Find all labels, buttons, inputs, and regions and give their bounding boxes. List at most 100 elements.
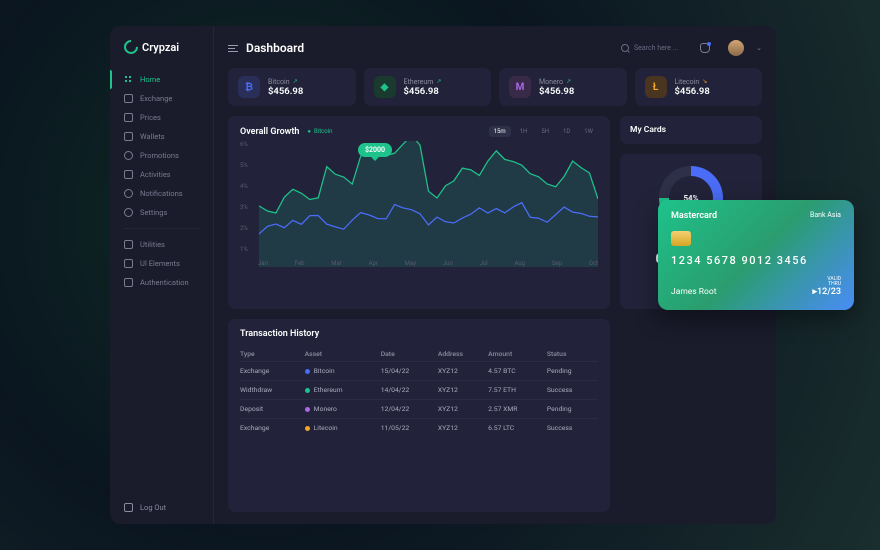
stat-ethereum[interactable]: ◆ Ethereum ↗$456.98: [364, 68, 492, 106]
box-icon: [124, 259, 133, 268]
card-brand: Mastercard: [671, 211, 717, 221]
trend-icon: ↘: [702, 78, 707, 85]
sidebar-item-label: Activities: [140, 170, 171, 179]
bitcoin-icon: ₿: [238, 76, 260, 98]
asset-dot-icon: [305, 426, 310, 431]
range-1H[interactable]: 1H: [515, 126, 533, 137]
credit-card[interactable]: Mastercard Bank Asia 1234 5678 9012 3456…: [658, 200, 854, 310]
logo[interactable]: Crypzai: [110, 40, 213, 70]
notifications-button[interactable]: [700, 43, 710, 53]
logout-button[interactable]: Log Out: [110, 503, 213, 512]
sidebar-item-promotions[interactable]: Promotions: [110, 146, 213, 165]
sidebar-item-label: Authentication: [140, 278, 189, 287]
col-address: Address: [438, 347, 488, 362]
chevron-down-icon[interactable]: ⌄: [756, 44, 762, 52]
trend-icon: ↗: [293, 78, 298, 85]
status-badge: Success: [547, 381, 598, 400]
search-placeholder: Search here ...: [634, 44, 678, 52]
litecoin-icon: Ł: [645, 76, 667, 98]
stat-litecoin[interactable]: Ł Litecoin ↘$456.98: [635, 68, 763, 106]
stat-label: Litecoin ↘: [675, 78, 710, 86]
sidebar-item-settings[interactable]: Settings: [110, 203, 213, 222]
asset-dot-icon: [305, 407, 310, 412]
search-input[interactable]: Search here ...: [621, 44, 678, 52]
menu-icon[interactable]: [228, 45, 238, 52]
app-window: Crypzai Home Exchange Prices Wallets Promoti…: [110, 26, 776, 524]
stat-label: Bitcoin ↗: [268, 78, 303, 86]
box-icon: [124, 278, 133, 287]
status-badge: Pending: [547, 362, 598, 381]
col-type: Type: [240, 347, 305, 362]
stat-value: $456.98: [675, 86, 710, 97]
sidebar-item-label: Utilities: [140, 240, 165, 249]
sidebar-item-label: Prices: [140, 113, 161, 122]
asset-dot-icon: [305, 369, 310, 374]
status-badge: Pending: [547, 400, 598, 419]
chart-svg: [240, 141, 598, 267]
sidebar-item-home[interactable]: Home: [110, 70, 213, 89]
sidebar-item-authentication[interactable]: Authentication: [110, 273, 213, 292]
chart-tooltip: $2000: [358, 143, 392, 157]
card-bank: Bank Asia: [810, 211, 841, 221]
range-15m[interactable]: 15m: [489, 126, 511, 137]
col-date: Date: [381, 347, 438, 362]
logout-label: Log Out: [140, 503, 166, 512]
nav-primary: Home Exchange Prices Wallets Promotions Activ…: [110, 70, 213, 503]
chart-body: 6%5%4%3%2%1% $2000 JanFebMarAprMayJunJul…: [240, 141, 598, 267]
box-icon: [124, 240, 133, 249]
range-5H[interactable]: 5H: [536, 126, 554, 137]
col-status: Status: [547, 347, 598, 362]
card-holder: James Root: [671, 287, 716, 297]
stat-value: $456.98: [539, 86, 574, 97]
col-amount: Amount: [488, 347, 547, 362]
range-1D[interactable]: 1D: [558, 126, 575, 137]
sidebar-item-activities[interactable]: Activities: [110, 165, 213, 184]
circle-icon: [124, 151, 133, 160]
range-1W[interactable]: 1W: [579, 126, 598, 137]
growth-chart-card: Overall Growth Bitcoin 15m 1H5H 1D 1W 6%5%4…: [228, 116, 610, 309]
avatar[interactable]: [728, 40, 744, 56]
sidebar-item-utilities[interactable]: Utilities: [110, 235, 213, 254]
topbar: Dashboard Search here ... ⌄: [228, 40, 762, 56]
stat-value: $456.98: [404, 86, 442, 97]
sidebar-item-label: Home: [140, 75, 160, 84]
sidebar-item-label: Settings: [140, 208, 167, 217]
table-row[interactable]: ExchangeLitecoin11/05/22XYZ126.57 LTCSuc…: [240, 419, 598, 438]
circle-icon: [124, 189, 133, 198]
stat-value: $456.98: [268, 86, 303, 97]
card-number: 1234 5678 9012 3456: [671, 254, 841, 267]
box-icon: [124, 170, 133, 179]
sidebar-item-wallets[interactable]: Wallets: [110, 127, 213, 146]
sidebar-item-label: Wallets: [140, 132, 165, 141]
sidebar-item-label: Exchange: [140, 94, 172, 103]
stat-label: Monero ↗: [539, 78, 574, 86]
table-row[interactable]: DepositMonero12/04/22XYZ122.57 XMRPendin…: [240, 400, 598, 419]
page-title: Dashboard: [246, 41, 304, 55]
chart-title: Overall Growth: [240, 127, 299, 137]
chart-range-selector: 15m 1H5H 1D 1W: [489, 126, 598, 137]
sidebar-item-ui-elements[interactable]: UI Elements: [110, 254, 213, 273]
card-valid-label: VALIDTHRU: [812, 277, 841, 287]
card-chip-icon: [671, 231, 691, 246]
table-row[interactable]: WidthdrawEthereum14/04/22XYZ127.57 ETHSu…: [240, 381, 598, 400]
grid-icon: [124, 75, 133, 84]
sidebar-item-prices[interactable]: Prices: [110, 108, 213, 127]
sidebar-item-exchange[interactable]: Exchange: [110, 89, 213, 108]
transactions-title: Transaction History: [240, 329, 598, 339]
stat-label: Ethereum ↗: [404, 78, 442, 86]
stats-row: ₿Bitcoin ↗$456.98◆Ethereum ↗$456.98MMone…: [228, 68, 762, 106]
box-icon: [124, 113, 133, 122]
sidebar-item-notifications[interactable]: Notifications: [110, 184, 213, 203]
stat-bitcoin[interactable]: ₿ Bitcoin ↗$456.98: [228, 68, 356, 106]
table-header-row: TypeAssetDateAddressAmountStatus: [240, 347, 598, 362]
transactions-table: TypeAssetDateAddressAmountStatus Exchang…: [240, 347, 598, 437]
stat-monero[interactable]: MMonero ↗$456.98: [499, 68, 627, 106]
sidebar-item-label: UI Elements: [140, 259, 180, 268]
sidebar: Crypzai Home Exchange Prices Wallets Promoti…: [110, 26, 214, 524]
table-row[interactable]: ExchangeBitcoin15/04/22XYZ124.57 BTCPend…: [240, 362, 598, 381]
trend-icon: ↗: [436, 78, 441, 85]
circle-icon: [124, 208, 133, 217]
ethereum-icon: ◆: [374, 76, 396, 98]
chart-legend: Bitcoin: [307, 128, 332, 135]
logo-icon: [121, 37, 141, 57]
